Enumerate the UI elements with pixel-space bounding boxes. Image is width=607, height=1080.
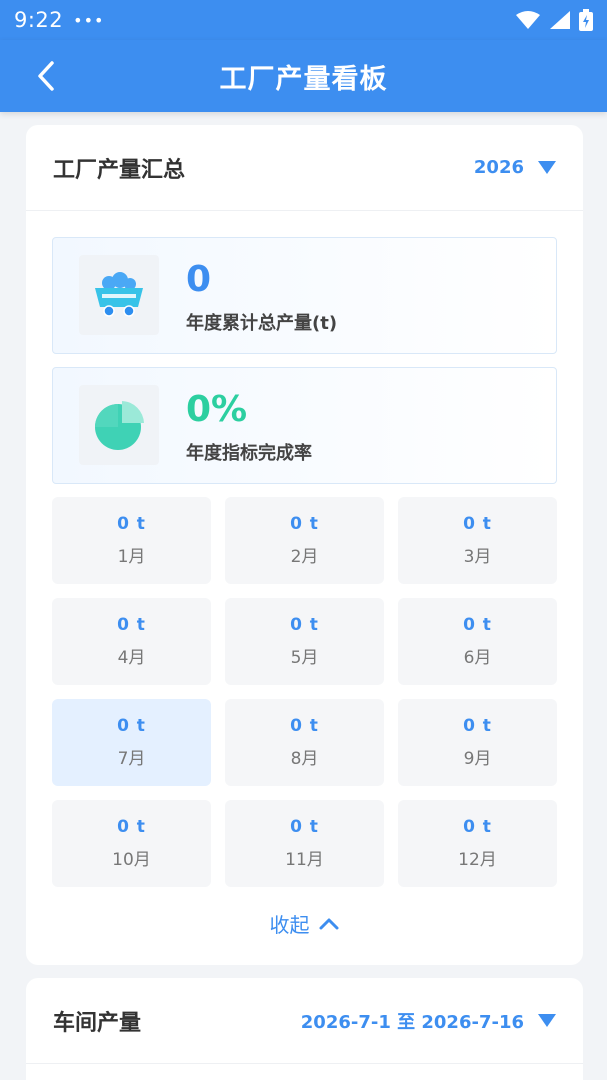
annual-total-value: 0 <box>186 259 212 300</box>
completion-rate-value: 0% <box>186 389 248 430</box>
mine-cart-icon <box>79 255 159 335</box>
chevron-up-icon <box>319 918 338 929</box>
summary-title: 工厂产量汇总 <box>53 157 186 183</box>
system-icons <box>515 9 593 31</box>
month-value: 0 t <box>463 817 492 837</box>
workshop-title: 车间产量 <box>53 1010 142 1036</box>
workshop-header: 车间产量 2026-7-1 至 2026-7-16 <box>26 978 583 1064</box>
month-value: 0 t <box>290 817 319 837</box>
month-label: 2月 <box>290 547 319 567</box>
annual-total-label: 年度累计总产量(t) <box>186 313 338 334</box>
collapse-button[interactable]: 收起 <box>26 909 583 938</box>
pie-chart-icon <box>79 385 159 465</box>
back-icon <box>38 61 54 91</box>
workshop-production-card: 车间产量 2026-7-1 至 2026-7-16 <box>26 978 583 1080</box>
month-value: 0 t <box>290 716 319 736</box>
month-label: 10月 <box>112 850 151 870</box>
signal-icon <box>550 11 570 29</box>
status-time: 9:22 <box>14 8 64 32</box>
month-cell-8[interactable]: 0 t 8月 <box>225 699 384 786</box>
wifi-icon <box>516 11 540 29</box>
status-bar: 9:22 ••• <box>0 0 607 40</box>
month-cell-7[interactable]: 0 t 7月 <box>52 699 211 786</box>
date-range-selector[interactable]: 2026-7-1 至 2026-7-16 <box>301 1008 556 1034</box>
month-cell-4[interactable]: 0 t 4月 <box>52 598 211 685</box>
month-value: 0 t <box>290 514 319 534</box>
monthly-grid: 0 t 1月 0 t 2月 0 t 3月 0 t 4月 0 t 5月 0 t 6月 0 t 7… <box>52 497 557 887</box>
year-selector[interactable]: 2026 <box>474 157 556 178</box>
month-label: 9月 <box>463 749 492 769</box>
collapse-label: 收起 <box>269 913 310 937</box>
year-value: 2026 <box>473 157 524 178</box>
notification-dots: ••• <box>73 10 105 30</box>
month-value: 0 t <box>117 514 146 534</box>
dropdown-triangle-icon <box>538 161 556 174</box>
month-cell-3[interactable]: 0 t 3月 <box>398 497 557 584</box>
month-value: 0 t <box>117 817 146 837</box>
page-title: 工厂产量看板 <box>219 63 388 95</box>
month-value: 0 t <box>117 716 146 736</box>
completion-rate-stat: 0% 年度指标完成率 <box>52 367 557 484</box>
month-cell-12[interactable]: 0 t 12月 <box>398 800 557 887</box>
month-label: 7月 <box>117 749 146 769</box>
month-value: 0 t <box>117 615 146 635</box>
month-value: 0 t <box>463 716 492 736</box>
month-label: 3月 <box>463 547 492 567</box>
back-button[interactable] <box>26 56 66 96</box>
month-label: 6月 <box>463 648 492 668</box>
month-label: 1月 <box>117 547 146 567</box>
month-cell-1[interactable]: 0 t 1月 <box>52 497 211 584</box>
date-range-value: 2026-7-1 至 2026-7-16 <box>300 1011 524 1033</box>
month-value: 0 t <box>290 615 319 635</box>
month-cell-2[interactable]: 0 t 2月 <box>225 497 384 584</box>
app-bar: 工厂产量看板 <box>0 40 607 112</box>
month-label: 12月 <box>458 850 497 870</box>
month-label: 8月 <box>290 749 319 769</box>
month-label: 5月 <box>290 648 319 668</box>
month-cell-5[interactable]: 0 t 5月 <box>225 598 384 685</box>
month-cell-10[interactable]: 0 t 10月 <box>52 800 211 887</box>
completion-rate-label: 年度指标完成率 <box>186 443 312 464</box>
month-value: 0 t <box>463 514 492 534</box>
month-cell-6[interactable]: 0 t 6月 <box>398 598 557 685</box>
month-label: 11月 <box>285 850 324 870</box>
month-label: 4月 <box>117 648 146 668</box>
month-cell-11[interactable]: 0 t 11月 <box>225 800 384 887</box>
production-summary-card: 工厂产量汇总 2026 0 年度累计总产量(t) 0% 年度指标完成率 0 t … <box>26 125 583 965</box>
annual-total-stat: 0 年度累计总产量(t) <box>52 237 557 354</box>
battery-icon <box>579 9 593 31</box>
month-cell-9[interactable]: 0 t 9月 <box>398 699 557 786</box>
summary-header: 工厂产量汇总 2026 <box>26 125 583 211</box>
month-value: 0 t <box>463 615 492 635</box>
dropdown-triangle-icon <box>538 1014 556 1027</box>
